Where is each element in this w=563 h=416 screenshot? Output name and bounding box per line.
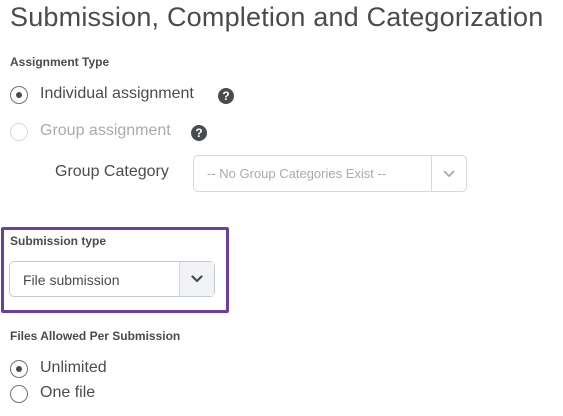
chevron-down-icon <box>443 170 455 177</box>
group-category-select[interactable]: -- No Group Categories Exist -- <box>193 155 467 192</box>
individual-assignment-label[interactable]: Individual assignment <box>40 85 194 103</box>
question-circle-icon[interactable]: ? <box>191 125 207 141</box>
group-assignment-radio[interactable] <box>10 123 28 141</box>
one-file-label[interactable]: One file <box>40 384 95 402</box>
individual-assignment-radio[interactable] <box>10 86 28 104</box>
page-title: Submission, Completion and Categorizatio… <box>10 2 544 32</box>
group-category-dropdown-toggle[interactable] <box>431 156 466 191</box>
unlimited-label[interactable]: Unlimited <box>40 359 107 377</box>
group-assignment-label[interactable]: Group assignment <box>40 122 171 140</box>
unlimited-radio[interactable] <box>10 360 28 378</box>
assignment-type-label: Assignment Type <box>10 55 110 69</box>
submission-type-select[interactable]: File submission <box>9 261 215 297</box>
submission-type-dropdown-toggle[interactable] <box>179 262 214 296</box>
group-category-label: Group Category <box>55 163 169 180</box>
question-circle-icon[interactable]: ? <box>218 88 234 104</box>
one-file-radio[interactable] <box>10 385 28 403</box>
chevron-down-icon <box>191 275 203 283</box>
submission-type-label: Submission type <box>10 234 107 248</box>
group-category-value: -- No Group Categories Exist -- <box>207 166 387 181</box>
submission-type-value: File submission <box>23 272 120 288</box>
files-allowed-label: Files Allowed Per Submission <box>10 329 181 343</box>
